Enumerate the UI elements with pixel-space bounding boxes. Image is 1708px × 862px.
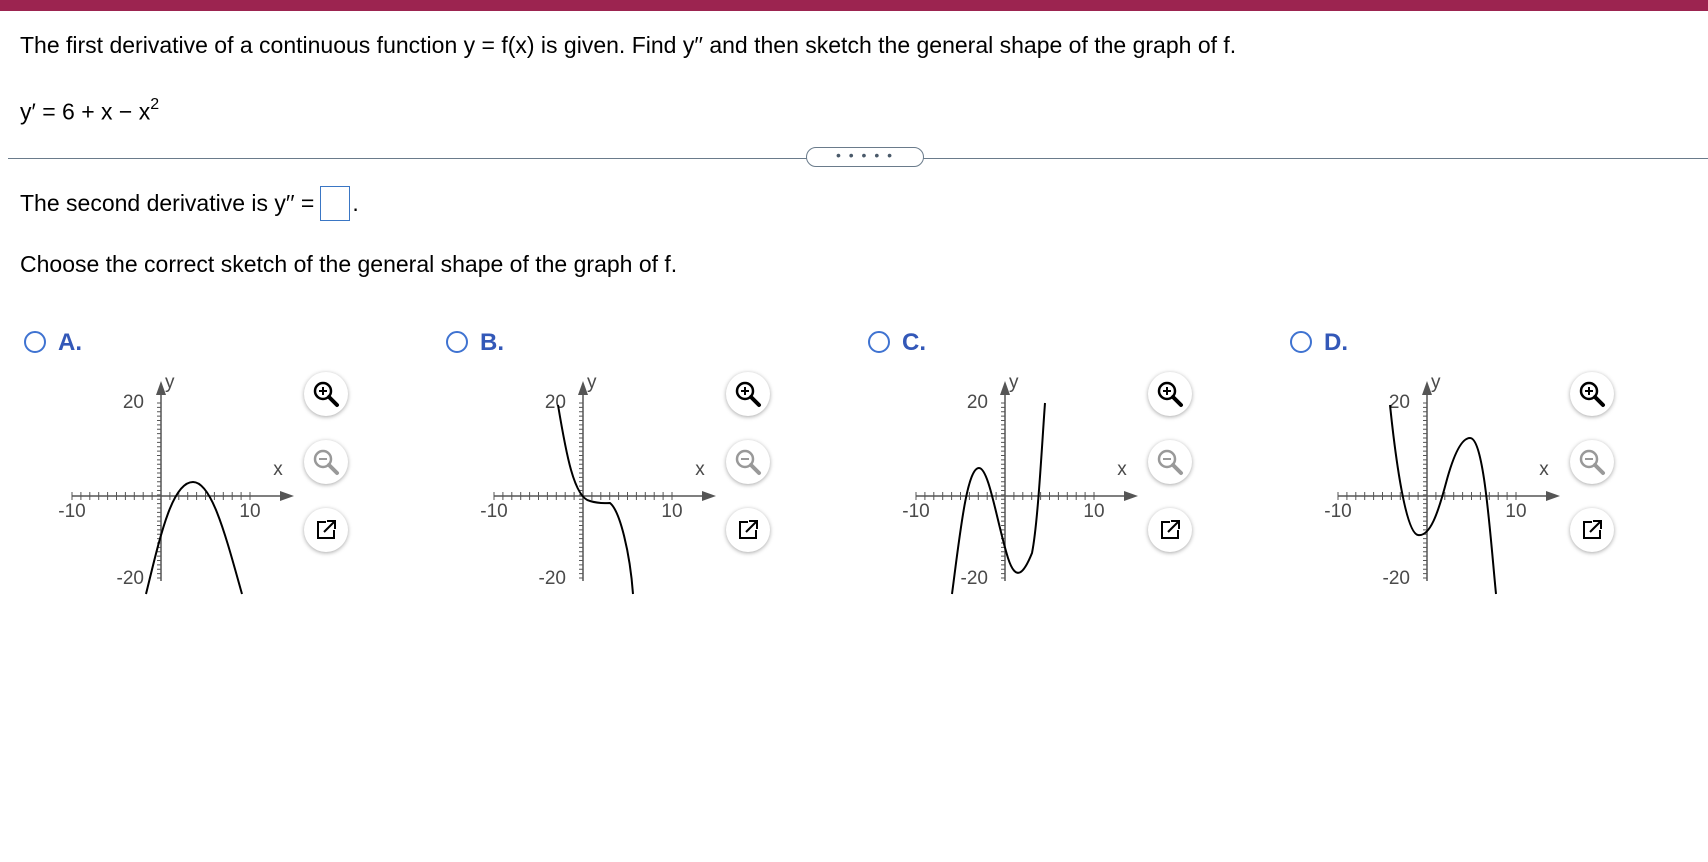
option-d: D. 20 -20 -10 10 y x xyxy=(1284,328,1704,608)
given-derivative: y′ = 6 + x − x2 xyxy=(20,96,160,126)
y-max-label: 20 xyxy=(1389,392,1410,413)
zoom-in-button[interactable] xyxy=(726,372,770,416)
zoom-out-button[interactable] xyxy=(1148,440,1192,484)
option-b-radio[interactable] xyxy=(446,331,468,353)
zoom-out-button[interactable] xyxy=(1570,440,1614,484)
second-derivative-input[interactable] xyxy=(320,186,351,221)
y-axis-label: y xyxy=(587,373,597,393)
x-axis-arrow xyxy=(1546,491,1560,501)
x-max-label: 10 xyxy=(1505,501,1526,522)
option-c: C. 20 -20 -10 10 y x xyxy=(862,328,1282,608)
option-c-curve xyxy=(951,402,1046,595)
popout-button[interactable] xyxy=(1570,508,1614,552)
given-derivative-expression: y′ = 6 + x − x xyxy=(20,98,151,125)
option-b: B. 20 -20 -10 10 y x xyxy=(440,328,860,608)
zoom-in-button[interactable] xyxy=(1148,372,1192,416)
y-min-label: -20 xyxy=(1383,568,1410,589)
popout-button[interactable] xyxy=(304,508,348,552)
x-axis-label: x xyxy=(695,459,705,480)
given-derivative-exponent: 2 xyxy=(150,96,160,113)
popout-icon xyxy=(317,520,336,539)
x-axis-label: x xyxy=(273,459,283,480)
choose-prompt: Choose the correct sketch of the general… xyxy=(20,251,678,277)
x-max-label: 10 xyxy=(239,501,260,522)
y-axis-label: y xyxy=(1431,373,1441,393)
y-min-label: -20 xyxy=(117,568,144,589)
popout-button[interactable] xyxy=(1148,508,1192,552)
x-axis-arrow xyxy=(702,491,716,501)
x-min-label: -10 xyxy=(902,501,929,522)
option-d-radio[interactable] xyxy=(1290,331,1312,353)
option-d-graph: 20 -20 -10 10 y x xyxy=(1324,373,1560,595)
x-min-label: -10 xyxy=(480,501,507,522)
option-b-graph: 20 -20 -10 10 y x xyxy=(480,373,716,595)
popout-button[interactable] xyxy=(726,508,770,552)
zoom-in-button[interactable] xyxy=(304,372,348,416)
popout-icon xyxy=(739,520,758,539)
popout-icon xyxy=(1161,520,1180,539)
option-b-label: B. xyxy=(480,329,504,356)
option-d-label: D. xyxy=(1324,329,1348,356)
zoom-in-button[interactable] xyxy=(1570,372,1614,416)
x-axis-arrow xyxy=(280,491,294,501)
y-axis-label: y xyxy=(1009,373,1019,393)
option-c-graph: 20 -20 -10 10 y x xyxy=(902,373,1138,595)
second-derivative-row: The second derivative is y′′ = . xyxy=(20,186,359,221)
x-axis-arrow xyxy=(1124,491,1138,501)
option-a-axes xyxy=(71,381,294,581)
zoom-in-icon xyxy=(313,381,339,407)
header-bar xyxy=(0,0,1708,11)
option-b-axes xyxy=(493,381,716,581)
zoom-out-icon xyxy=(313,449,339,475)
y-max-label: 20 xyxy=(967,392,988,413)
option-a-label: A. xyxy=(58,329,82,356)
second-derivative-period: . xyxy=(352,190,359,216)
x-max-label: 10 xyxy=(1083,501,1104,522)
option-c-label: C. xyxy=(902,329,926,356)
x-min-label: -10 xyxy=(58,501,85,522)
option-d-axes xyxy=(1337,381,1560,581)
zoom-out-icon xyxy=(735,449,761,475)
y-axis-label: y xyxy=(165,373,175,393)
option-b-curve xyxy=(557,404,634,595)
x-max-label: 10 xyxy=(661,501,682,522)
second-derivative-label: The second derivative is y′′ = xyxy=(20,190,315,216)
option-c-radio[interactable] xyxy=(868,331,890,353)
zoom-in-icon xyxy=(1157,381,1183,407)
y-min-label: -20 xyxy=(961,568,988,589)
x-axis-label: x xyxy=(1117,459,1127,480)
zoom-out-icon xyxy=(1157,449,1183,475)
question-prompt: The first derivative of a continuous fun… xyxy=(20,32,1237,58)
expand-toggle-button[interactable]: • • • • • xyxy=(806,147,924,167)
zoom-out-button[interactable] xyxy=(304,440,348,484)
zoom-in-icon xyxy=(735,381,761,407)
x-min-label: -10 xyxy=(1324,501,1351,522)
option-a: A. 20 -20 -10 10 y x xyxy=(18,328,438,608)
y-min-label: -20 xyxy=(539,568,566,589)
y-max-label: 20 xyxy=(123,392,144,413)
option-a-radio[interactable] xyxy=(24,331,46,353)
y-max-label: 20 xyxy=(545,392,566,413)
zoom-in-icon xyxy=(1579,381,1605,407)
zoom-out-icon xyxy=(1579,449,1605,475)
popout-icon xyxy=(1583,520,1602,539)
option-a-graph: 20 -20 -10 10 y x xyxy=(58,373,294,595)
option-c-axes xyxy=(915,381,1138,581)
zoom-out-button[interactable] xyxy=(726,440,770,484)
x-axis-label: x xyxy=(1539,459,1549,480)
